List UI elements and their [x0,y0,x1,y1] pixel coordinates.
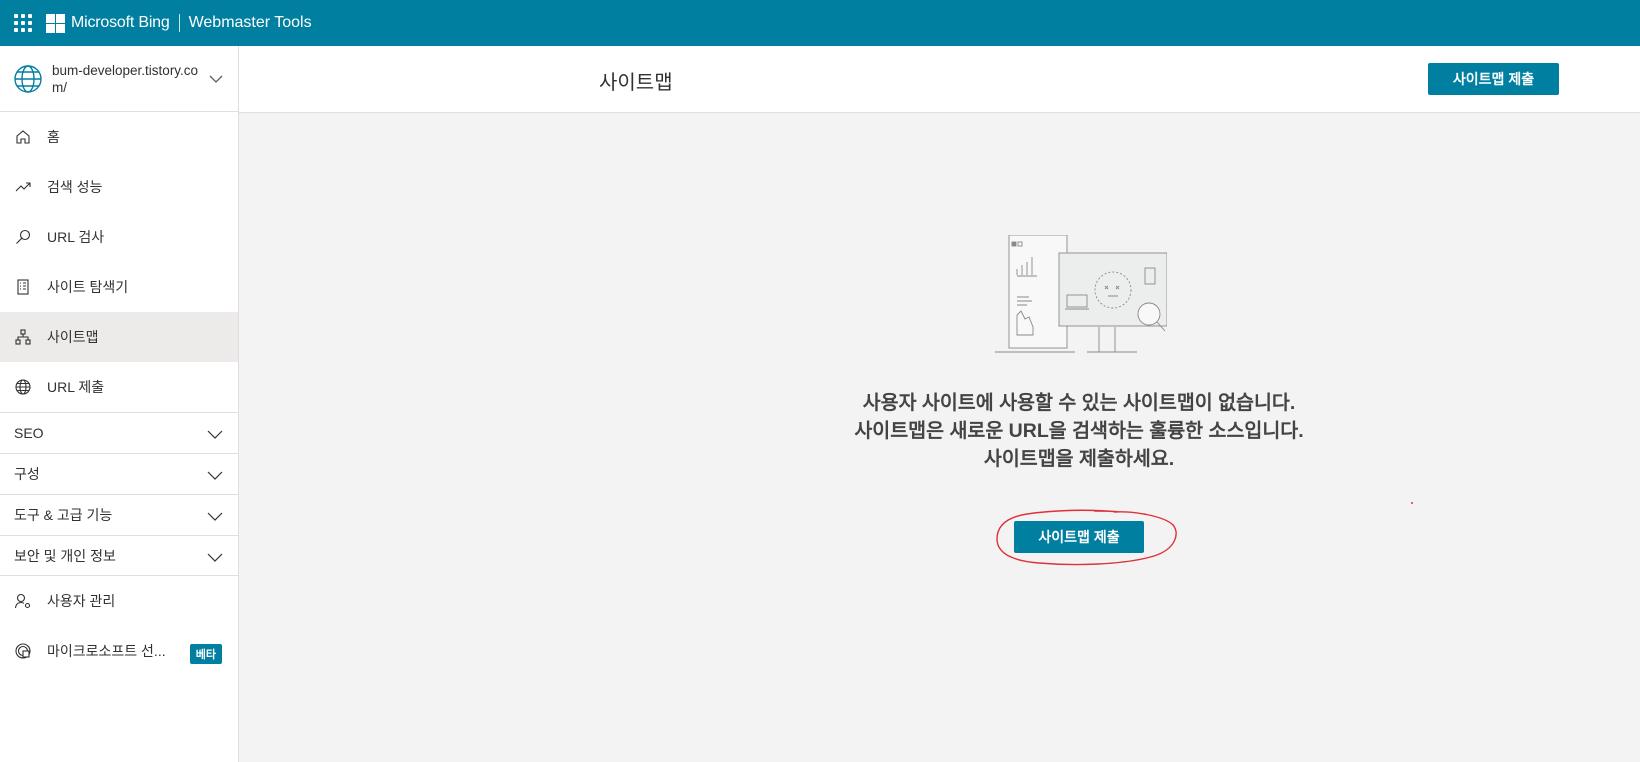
sidebar-item-microsoft-clarity[interactable]: 마이크로소프트 선... 베타 [0,626,238,676]
home-icon [14,128,32,146]
chevron-down-icon [209,75,223,83]
sidebar-group-label: 도구 & 고급 기능 [14,507,113,523]
sidebar-item-label: 사이트 탐색기 [47,279,129,295]
app-launcher-icon[interactable] [12,12,34,34]
sidebar-group-label: 보안 및 개인 정보 [14,547,116,564]
empty-state-submit-sitemap-button[interactable]: 사이트맵 제출 [1014,521,1144,553]
sidebar-item-user-management[interactable]: 사용자 관리 [0,576,238,626]
sidebar-item-label: 마이크로소프트 선... [47,643,166,659]
empty-state-line: 사이트맵을 제출하세요. [983,448,1175,470]
sitemap-icon [14,328,32,346]
product-name[interactable]: Webmaster Tools [189,14,312,32]
sidebar-group-tools[interactable]: 도구 & 고급 기능 [0,494,238,535]
chevron-down-icon [207,471,223,480]
sidebar-group-seo[interactable]: SEO [0,412,238,453]
user-settings-icon [14,592,32,610]
stray-annotation-dot [1411,502,1413,504]
empty-state: 사용자 사이트에 사용할 수 있는 사이트맵이 없습니다. 사이트맵은 새로운 … [239,114,1640,762]
brand-divider [178,14,180,32]
sidebar-item-label: URL 검사 [47,229,105,245]
sidebar-item-home[interactable]: 홈 [0,112,238,162]
sidebar-group-label: 구성 [14,466,40,482]
trend-icon [14,178,32,196]
sidebar-group-security-privacy[interactable]: 보안 및 개인 정보 [0,535,238,576]
globe-icon [14,378,32,396]
sidebar-item-label: 사이트맵 [47,329,99,345]
sidebar-item-site-explorer[interactable]: 사이트 탐색기 [0,262,238,312]
page-header: 사이트맵 사이트맵 제출 [239,46,1640,113]
list-icon [14,278,32,296]
sidebar-item-label: 사용자 관리 [47,593,116,609]
sidebar-item-label: 홈 [47,129,60,145]
empty-state-line: 사용자 사이트에 사용할 수 있는 사이트맵이 없습니다. [862,392,1296,414]
top-bar: Microsoft Bing Webmaster Tools [0,0,1640,46]
chevron-down-icon [207,553,223,562]
sidebar-item-label: URL 제출 [47,379,105,395]
sidebar-group-configuration[interactable]: 구성 [0,453,238,494]
sidebar-group-label: SEO [14,425,44,441]
beta-badge: 베타 [189,644,222,664]
sidebar-item-search-performance[interactable]: 검색 성능 [0,162,238,212]
sidebar-item-url-inspection[interactable]: URL 검사 [0,212,238,262]
search-icon [14,228,32,246]
site-name: bum-developer.tistory.com/ [52,62,199,95]
chevron-down-icon [207,430,223,439]
chevron-down-icon [207,512,223,521]
sidebar: bum-developer.tistory.com/ 홈 검색 성능 URL 검… [0,46,239,762]
sidebar-item-sitemaps[interactable]: 사이트맵 [0,312,238,362]
brand-name[interactable]: Microsoft Bing [71,14,170,32]
no-sitemap-illustration [995,235,1167,353]
globe-icon [14,64,42,93]
empty-state-message: 사용자 사이트에 사용할 수 있는 사이트맵이 없습니다. 사이트맵은 새로운 … [799,389,1359,473]
page-title: 사이트맵 [599,72,673,94]
microsoft-logo-icon [46,13,65,33]
sidebar-item-label: 검색 성능 [47,179,103,195]
sidebar-item-url-submission[interactable]: URL 제출 [0,362,238,412]
submit-sitemap-button[interactable]: 사이트맵 제출 [1428,63,1559,95]
empty-state-line: 사이트맵은 새로운 URL을 검색하는 훌륭한 소스입니다. [854,420,1304,442]
site-selector[interactable]: bum-developer.tistory.com/ [0,46,238,112]
clarity-icon [14,642,32,660]
